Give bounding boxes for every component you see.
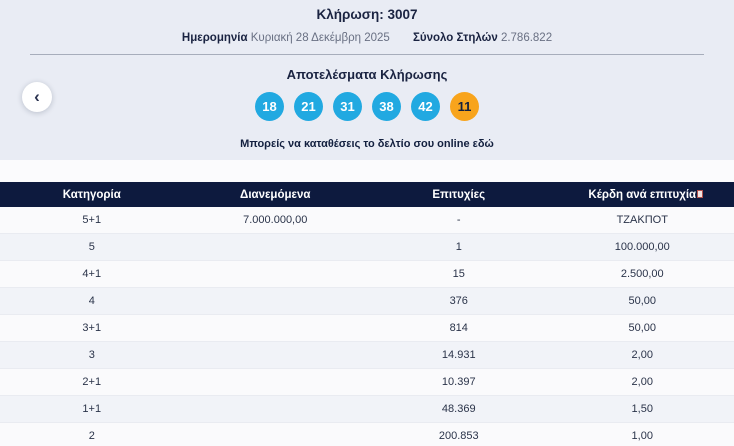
winners-cell: 15 xyxy=(452,268,465,280)
number-ball: 42 xyxy=(411,92,440,121)
table-row: 1+1 48.369 1,50 xyxy=(0,396,734,423)
total-columns-value: 2.786.822 xyxy=(500,32,553,44)
table-row: 4 376 50,00 xyxy=(0,288,734,315)
date-label: Ημερομηνία xyxy=(181,32,248,44)
total-columns-label: Σύνολο Στηλών xyxy=(413,32,498,44)
prize-table-section: Κατηγορία Διανεμόμενα Επιτυχίες Κέρδη ανά ε… xyxy=(0,160,734,446)
winners-cell: 10.397 xyxy=(441,376,476,388)
winning-numbers: 18 21 31 38 42 11 xyxy=(0,92,734,121)
category-cell: 3+1 xyxy=(82,322,102,334)
category-cell: 5+1 xyxy=(82,214,102,226)
winners-cell: 1 xyxy=(455,241,462,253)
table-body: 5+1 7.000.000,00 - ΤΖΑΚΠΟΤ 5 1 100.000,0… xyxy=(0,207,734,446)
prize-cell: ΤΖΑΚΠΟΤ xyxy=(616,214,668,226)
prize-cell: 2,00 xyxy=(631,376,653,388)
prize-cell: 100.000,00 xyxy=(614,241,670,253)
table-row: 2 200.853 1,00 xyxy=(0,423,734,446)
table-header-cell: Επιτυχίες xyxy=(432,188,486,201)
category-cell: 1+1 xyxy=(82,403,102,415)
chevron-left-icon: ‹ xyxy=(34,86,40,106)
prize-cell: 50,00 xyxy=(628,322,657,334)
category-cell: 4+1 xyxy=(82,268,102,280)
table-row: 3 14.931 2,00 xyxy=(0,342,734,369)
table-row: 2+1 10.397 2,00 xyxy=(0,369,734,396)
table-header-cell: Διανεμόμενα xyxy=(240,188,311,201)
table-header-row: Κατηγορία Διανεμόμενα Επιτυχίες Κέρδη ανά ε… xyxy=(0,182,734,207)
distributed-cell: 7.000.000,00 xyxy=(243,214,308,226)
prize-cell: 2.500,00 xyxy=(620,268,664,280)
winners-cell: 814 xyxy=(449,322,468,334)
winners-cell: 200.853 xyxy=(438,430,479,442)
prize-cell: 50,00 xyxy=(628,295,657,307)
draw-title: Κλήρωση: 3007 xyxy=(316,7,418,22)
category-cell: 5 xyxy=(88,241,95,253)
number-ball: 38 xyxy=(372,92,401,121)
category-cell: 2+1 xyxy=(82,376,102,388)
category-cell: 3 xyxy=(88,349,95,361)
prize-cell: 1,00 xyxy=(631,430,653,442)
number-ball: 21 xyxy=(294,92,323,121)
prize-cell: 1,50 xyxy=(631,403,653,415)
divider xyxy=(30,54,704,55)
number-ball: 18 xyxy=(255,92,284,121)
table-row: 4+1 15 2.500,00 xyxy=(0,261,734,288)
category-cell: 2 xyxy=(88,430,95,442)
results-title: Αποτελέσματα Κλήρωσης xyxy=(286,67,448,82)
winners-cell: 48.369 xyxy=(441,403,476,415)
online-deposit-link[interactable]: Μπορείς να καταθέσεις το δελτίο σου onli… xyxy=(0,138,734,150)
draw-summary-section: Κλήρωση: 3007 Ημερομηνία Κυριακή 28 Δεκέ… xyxy=(0,0,734,160)
prize-cell: 2,00 xyxy=(631,349,653,361)
number-ball: 31 xyxy=(333,92,362,121)
winners-cell: - xyxy=(456,214,461,226)
table-row: 5 1 100.000,00 xyxy=(0,234,734,261)
category-cell: 4 xyxy=(88,295,95,307)
winners-cell: 14.931 xyxy=(441,349,476,361)
table-header-cell: Κατηγορία xyxy=(62,188,121,201)
back-button[interactable]: ‹ xyxy=(22,82,52,112)
table-row: 5+1 7.000.000,00 - ΤΖΑΚΠΟΤ xyxy=(0,207,734,234)
broken-image-icon xyxy=(697,190,703,198)
winners-cell: 376 xyxy=(449,295,468,307)
number-ball: 11 xyxy=(450,92,479,121)
table-header-cell: Κέρδη ανά επιτυχία xyxy=(588,188,697,201)
joker-results-page: Κλήρωση: 3007 Ημερομηνία Κυριακή 28 Δεκέ… xyxy=(0,0,734,446)
table-row: 3+1 814 50,00 xyxy=(0,315,734,342)
draw-meta: Ημερομηνία Κυριακή 28 Δεκέμβρη 2025 Σύνο… xyxy=(0,32,734,44)
date-value: Κυριακή 28 Δεκέμβρη 2025 xyxy=(250,32,390,44)
